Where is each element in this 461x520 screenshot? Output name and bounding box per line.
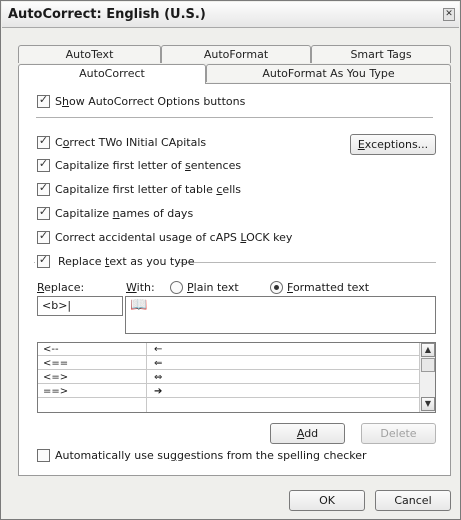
check-icon: ✓	[38, 181, 49, 194]
cancel-button[interactable]: Cancel	[375, 490, 451, 511]
names-of-days-label: Capitalize names of days	[55, 207, 194, 220]
tab-row-back: AutoText AutoFormat Smart Tags	[18, 45, 451, 63]
first-letter-sentences-checkbox[interactable]: ✓	[37, 157, 50, 172]
suggestions-label: Automatically use suggestions from the s…	[55, 449, 367, 462]
show-buttons-label: Show AutoCorrect Options buttons	[55, 95, 246, 108]
formatted-text-label: Formatted text	[287, 281, 370, 294]
window-title: AutoCorrect: English (U.S.)	[8, 7, 206, 22]
entry-replace: ==>	[43, 386, 69, 397]
add-button[interactable]: Add	[270, 423, 345, 444]
delete-button[interactable]: Delete	[361, 423, 436, 444]
check-icon: ✓	[38, 205, 49, 218]
list-item[interactable]: <-- ←	[38, 343, 420, 356]
replace-group-header: ✓ Replace text as you type	[35, 253, 195, 269]
two-initial-caps-label: Correct TWo INitial CApitals	[55, 136, 207, 149]
suggestions-checkbox[interactable]	[37, 449, 50, 462]
plain-text-label: Plain text	[187, 281, 239, 294]
separator	[36, 117, 433, 118]
entry-with: ➔	[154, 386, 163, 397]
check-icon: ✓	[38, 229, 49, 242]
replace-text-checkbox[interactable]: ✓	[37, 253, 50, 268]
entry-with: ←	[154, 344, 163, 355]
tab-autotext[interactable]: AutoText	[18, 45, 161, 63]
tab-autocorrect[interactable]: AutoCorrect	[18, 64, 206, 84]
autocorrect-dialog: AutoCorrect: English (U.S.) ✕ AutoText A…	[0, 0, 461, 520]
title-bar: AutoCorrect: English (U.S.) ✕	[2, 2, 459, 28]
exceptions-button[interactable]: Exceptions...	[350, 134, 436, 155]
radio-selected-dot	[274, 285, 279, 290]
list-item[interactable]: <== ⇐	[38, 357, 420, 370]
check-icon: ✓	[38, 157, 49, 170]
scroll-thumb[interactable]	[421, 358, 435, 372]
two-initial-caps-checkbox[interactable]: ✓	[37, 134, 50, 149]
tab-autoformat-as-you-type[interactable]: AutoFormat As You Type	[206, 64, 451, 82]
formatted-text-radio[interactable]	[270, 281, 283, 294]
replace-input[interactable]: <b>|	[37, 296, 123, 316]
entry-replace: <--	[43, 344, 59, 355]
autocorrect-panel: ✓ Show AutoCorrect Options buttons ✓ Cor…	[18, 83, 451, 476]
autocorrect-entries-list[interactable]: <-- ← <== ⇐ <=> ⇔ ==> ➔ ▲ ▼	[37, 342, 436, 413]
entry-replace: <=>	[43, 372, 69, 383]
scroll-down-icon[interactable]: ▼	[421, 397, 435, 411]
tab-smart-tags[interactable]: Smart Tags	[311, 45, 451, 63]
replace-text-label: Replace text as you type	[58, 255, 195, 268]
first-letter-sentences-label: Capitalize first letter of sentences	[55, 159, 242, 172]
plain-text-radio[interactable]	[170, 281, 183, 294]
check-icon: ✓	[38, 134, 49, 147]
close-icon[interactable]: ✕	[443, 8, 455, 21]
first-letter-table-cells-checkbox[interactable]: ✓	[37, 181, 50, 196]
ok-button[interactable]: OK	[289, 490, 365, 511]
first-letter-table-cells-label: Capitalize first letter of table cells	[55, 183, 242, 196]
entry-replace: <==	[43, 358, 69, 369]
with-label: With:	[126, 281, 155, 294]
caps-lock-label: Correct accidental usage of cAPS LOCK ke…	[55, 231, 293, 244]
tab-row-front: AutoCorrect AutoFormat As You Type	[18, 64, 451, 84]
list-item[interactable]: ==> ➔	[38, 385, 420, 398]
names-of-days-checkbox[interactable]: ✓	[37, 205, 50, 220]
caps-lock-checkbox[interactable]: ✓	[37, 229, 50, 244]
scroll-up-icon[interactable]: ▲	[421, 343, 435, 357]
list-scrollbar[interactable]: ▲ ▼	[419, 343, 435, 412]
replace-label: Replace:	[37, 281, 85, 294]
check-icon: ✓	[38, 253, 49, 266]
list-item[interactable]: <=> ⇔	[38, 371, 420, 384]
column-divider	[146, 343, 147, 412]
tab-autoformat[interactable]: AutoFormat	[161, 45, 311, 63]
entry-with: ⇔	[154, 372, 163, 383]
show-buttons-checkbox[interactable]: ✓	[37, 93, 50, 108]
with-input[interactable]: 📖	[125, 296, 436, 334]
check-icon: ✓	[38, 93, 49, 106]
entry-with: ⇐	[154, 358, 163, 369]
